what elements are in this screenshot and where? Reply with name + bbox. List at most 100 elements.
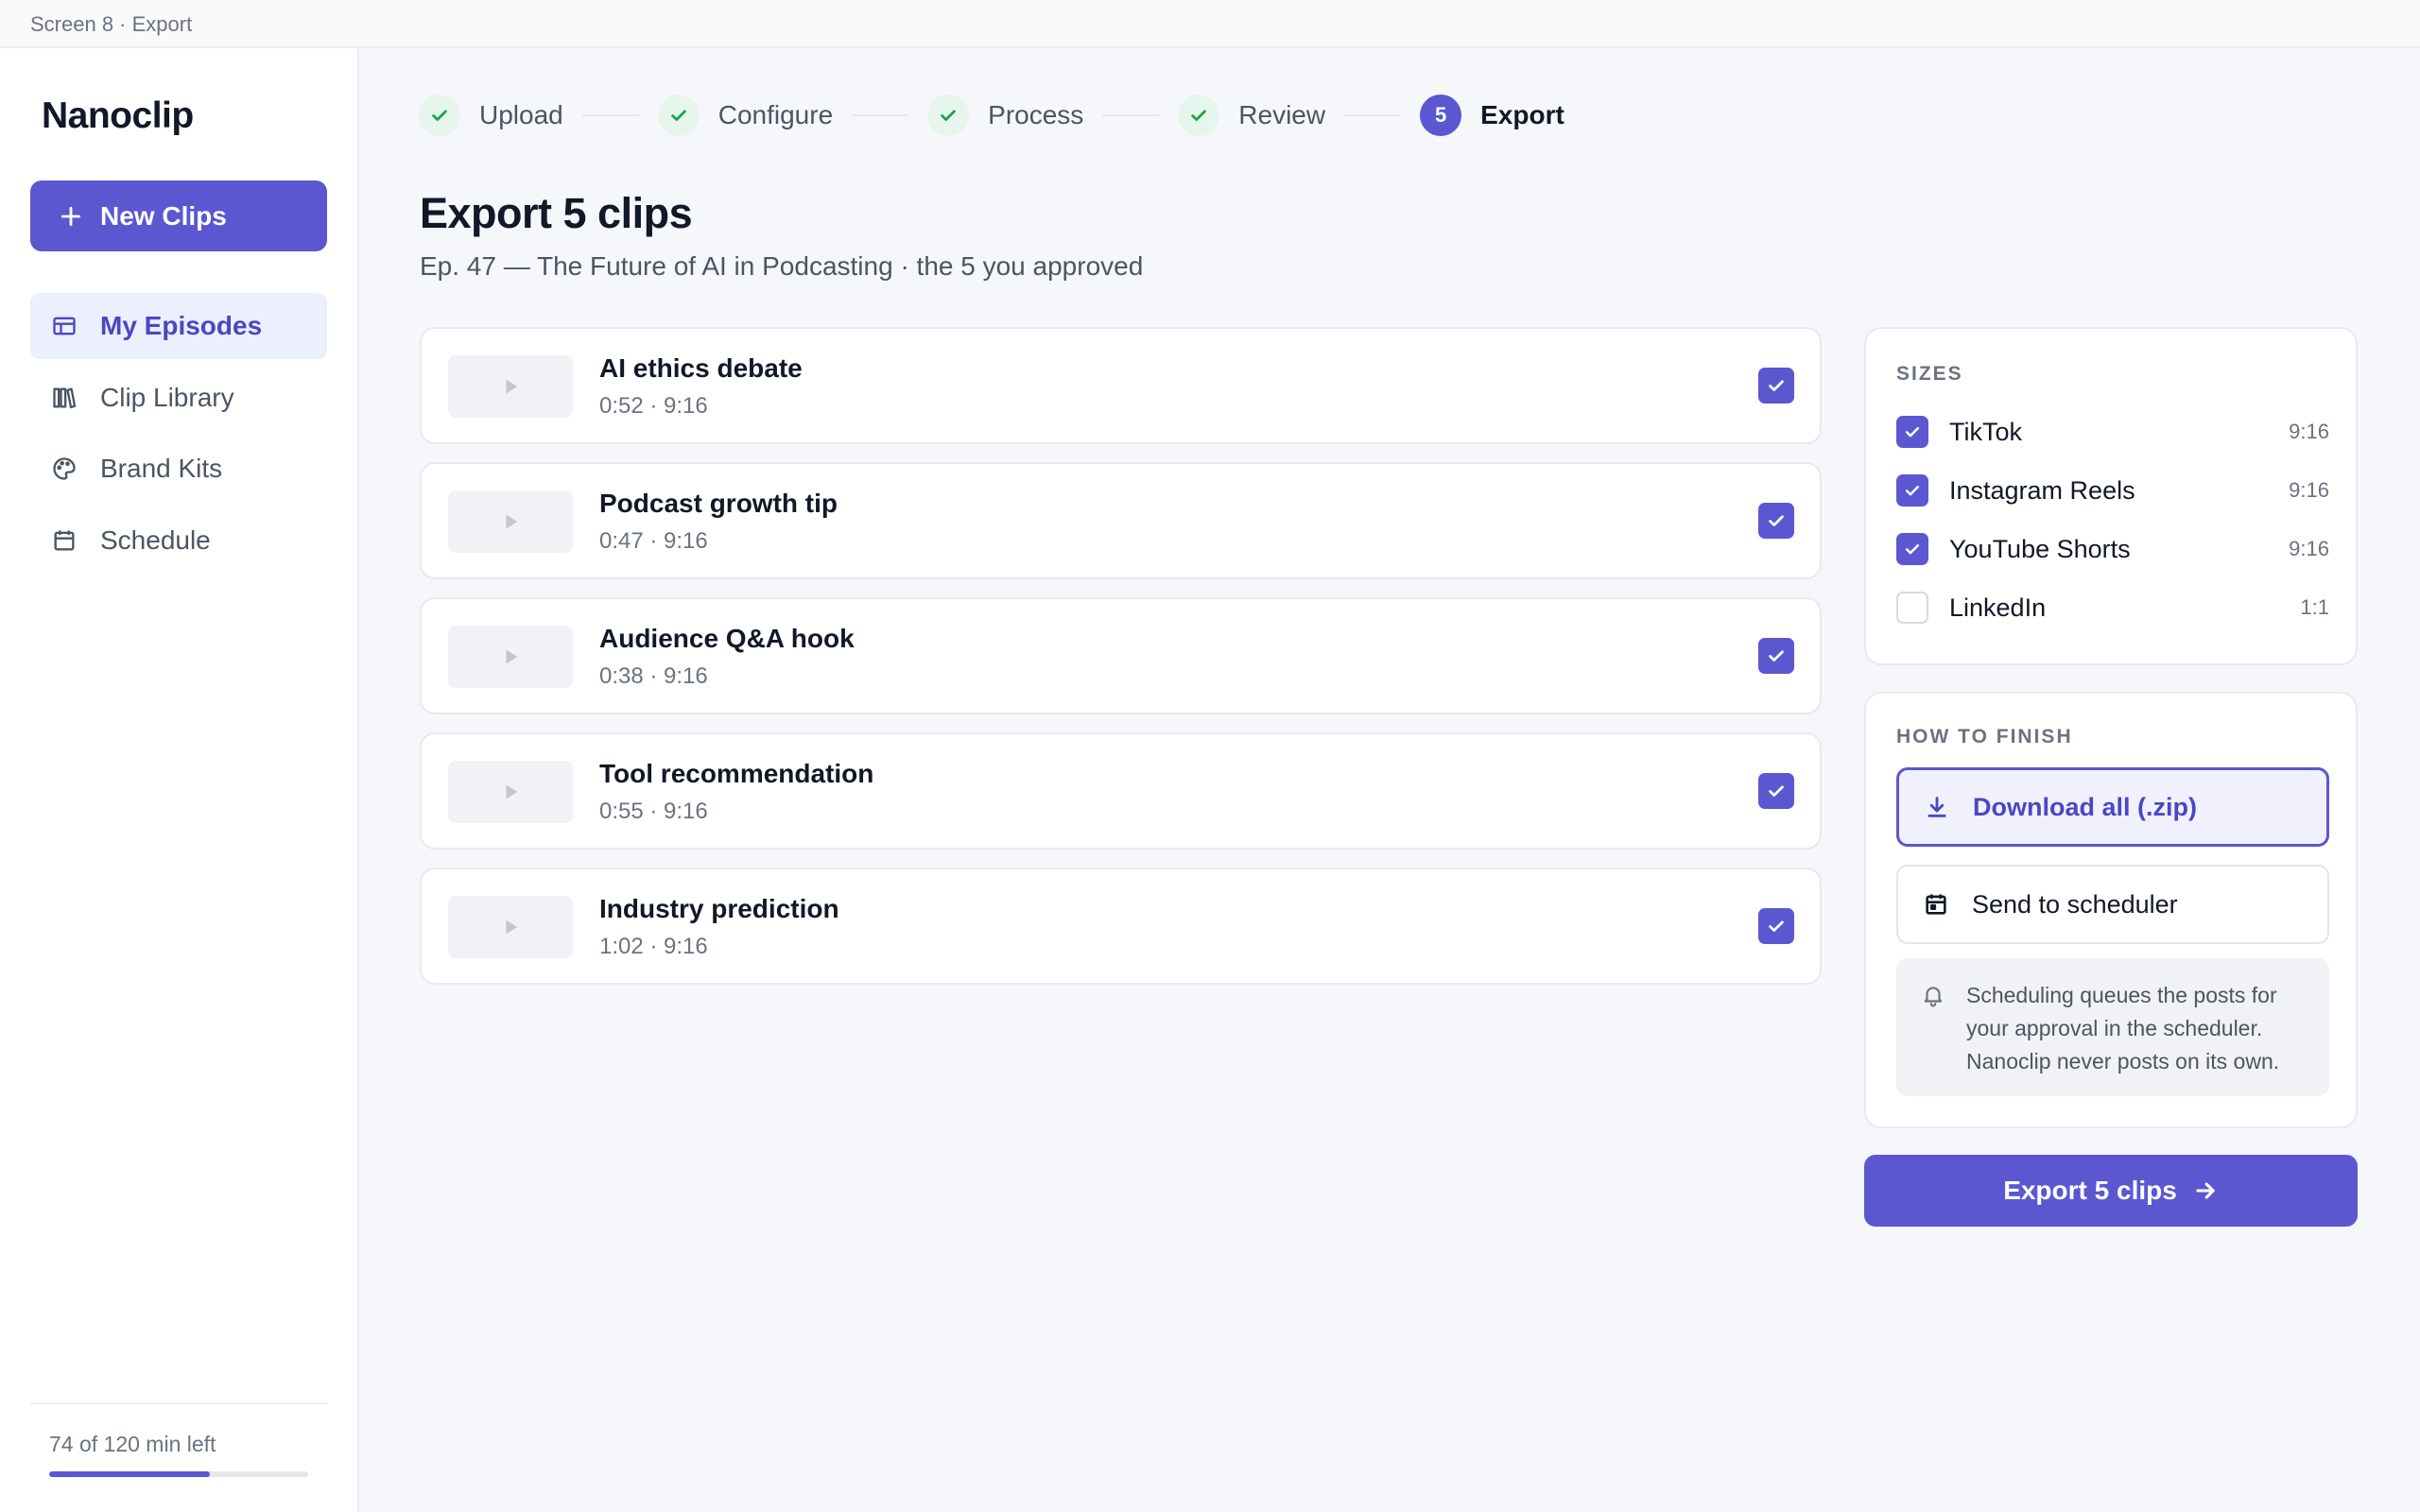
size-ratio: 9:16 [2289, 420, 2329, 443]
clip-title: AI ethics debate [599, 353, 803, 383]
step-connector [1344, 114, 1402, 116]
step-connector [581, 114, 639, 116]
size-option-instagram-reels[interactable]: Instagram Reels 9:16 [1896, 472, 2329, 508]
clip-thumbnail[interactable] [448, 896, 573, 958]
clip-checkbox[interactable] [1758, 638, 1794, 674]
step-export: 5 Export [1420, 94, 1564, 136]
usage-progress-fill [49, 1471, 210, 1477]
sidebar-item-clip-library[interactable]: Clip Library [30, 365, 327, 431]
sidebar-item-label: Clip Library [100, 383, 234, 412]
step-done-indicator [927, 94, 970, 136]
sidebar-item-schedule[interactable]: Schedule [30, 507, 327, 574]
step-number-badge: 5 [1420, 94, 1462, 136]
clip-checkbox[interactable] [1758, 368, 1794, 404]
clip-checkbox[interactable] [1758, 773, 1794, 809]
play-icon [506, 649, 518, 664]
size-checkbox[interactable] [1896, 533, 1928, 565]
size-checkbox[interactable] [1896, 592, 1928, 624]
clip-card: Industry prediction 1:02 · 9:16 [420, 868, 1822, 985]
size-name: TikTok [1949, 417, 2023, 446]
sizes-heading: SIZES [1896, 363, 1963, 385]
plus-icon [60, 206, 81, 226]
app-logo: Nanoclip [42, 95, 194, 136]
window-title: Screen 8 · Export [30, 12, 193, 36]
play-icon [506, 379, 518, 394]
size-checkbox[interactable] [1896, 416, 1928, 448]
page-title: Export 5 clips [420, 189, 693, 237]
size-option-tiktok[interactable]: TikTok 9:16 [1896, 414, 2329, 450]
clip-checkbox[interactable] [1758, 503, 1794, 539]
export-clips-button[interactable]: Export 5 clips [1864, 1155, 2358, 1227]
size-name: LinkedIn [1949, 593, 2047, 622]
clip-thumbnail[interactable] [448, 355, 573, 418]
usage-divider [30, 1402, 327, 1404]
episodes-icon [53, 317, 76, 335]
check-icon [1769, 920, 1784, 932]
calendar-icon [54, 530, 75, 551]
clip-thumbnail[interactable] [448, 626, 573, 688]
clip-thumbnail[interactable] [448, 490, 573, 553]
new-clips-label: New Clips [100, 200, 227, 231]
clip-card: Podcast growth tip 0:47 · 9:16 [420, 462, 1822, 579]
new-clips-button[interactable]: New Clips [30, 180, 327, 251]
scheduler-note: Scheduling queues the posts for your app… [1896, 958, 2329, 1096]
check-icon [941, 110, 956, 121]
size-name: YouTube Shorts [1949, 534, 2131, 563]
send-to-scheduler-option[interactable]: Send to scheduler [1896, 865, 2329, 944]
size-option-linkedin[interactable]: LinkedIn 1:1 [1896, 590, 2329, 626]
calendar-icon [1926, 894, 1946, 915]
check-icon [432, 110, 447, 121]
sidebar-item-my-episodes[interactable]: My Episodes [30, 293, 327, 359]
step-done-indicator [1178, 94, 1220, 136]
size-ratio: 9:16 [2289, 478, 2329, 502]
clip-meta: 1:02 · 9:16 [599, 934, 708, 959]
check-icon [1769, 380, 1784, 391]
check-icon [1769, 785, 1784, 797]
usage-progress-bar [49, 1471, 308, 1477]
size-name: Instagram Reels [1949, 475, 2135, 505]
arrow-right-icon [2196, 1182, 2215, 1199]
step-label: Process [988, 100, 1084, 129]
sidebar-item-brand-kits[interactable]: Brand Kits [30, 436, 327, 502]
step-done-indicator [657, 94, 700, 136]
clip-meta: 0:47 · 9:16 [599, 528, 708, 554]
step-configure: Configure [657, 94, 834, 136]
clip-title: Industry prediction [599, 894, 839, 923]
check-icon [1905, 427, 1920, 438]
clip-meta: 0:52 · 9:16 [599, 393, 708, 419]
check-icon [670, 110, 686, 121]
step-connector [852, 114, 909, 116]
check-icon [1905, 486, 1920, 496]
check-icon [1191, 110, 1207, 121]
usage-text: 74 of 120 min left [49, 1432, 216, 1456]
clip-card: Audience Q&A hook 0:38 · 9:16 [420, 597, 1822, 714]
sidebar: Nanoclip New Clips My Episodes Clip Libr… [0, 48, 359, 1512]
clip-title: Tool recommendation [599, 759, 874, 788]
bell-icon [1924, 987, 1943, 1007]
clip-title: Podcast growth tip [599, 489, 838, 518]
step-label: Configure [717, 100, 834, 129]
clip-title: Audience Q&A hook [599, 624, 855, 653]
scheduler-label: Send to scheduler [1972, 889, 2178, 919]
size-option-youtube-shorts[interactable]: YouTube Shorts 9:16 [1896, 531, 2329, 567]
download-zip-option[interactable]: Download all (.zip) [1896, 767, 2329, 847]
step-done-indicator [419, 94, 460, 136]
library-icon [53, 387, 77, 409]
stepper: Upload Configure Process Review 5 Export [419, 94, 1564, 136]
window-title-bar: Screen 8 · Export [0, 0, 2420, 48]
download-label: Download all (.zip) [1973, 792, 2197, 821]
clip-thumbnail[interactable] [448, 761, 573, 823]
clip-checkbox[interactable] [1758, 908, 1794, 944]
step-process: Process [927, 94, 1083, 136]
step-review: Review [1178, 94, 1325, 136]
check-icon [1769, 515, 1784, 526]
size-checkbox[interactable] [1896, 474, 1928, 507]
play-icon [506, 919, 518, 935]
check-icon [1905, 544, 1920, 555]
step-label: Upload [479, 100, 563, 129]
page-subtitle: Ep. 47 — The Future of AI in Podcasting … [420, 251, 1144, 281]
clip-meta: 0:38 · 9:16 [599, 663, 708, 689]
download-icon [1927, 797, 1946, 817]
finish-heading: HOW TO FINISH [1896, 726, 2073, 747]
sidebar-item-label: Brand Kits [100, 454, 223, 483]
